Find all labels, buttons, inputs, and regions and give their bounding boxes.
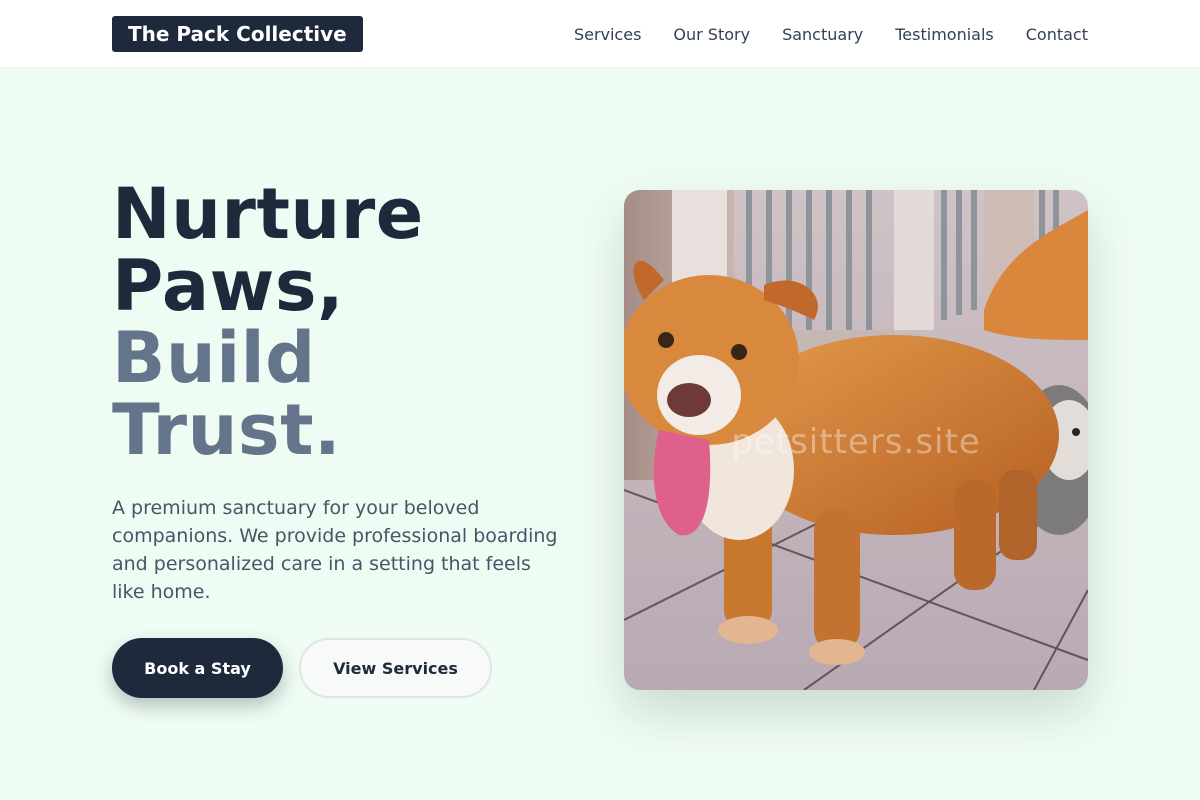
nav-item-our-story: Our Story [673,25,750,44]
brand-logo[interactable]: The Pack Collective [112,16,363,52]
nav-item-contact: Contact [1026,25,1088,44]
book-a-stay-button[interactable]: Book a Stay [112,638,283,698]
nav-link-sanctuary[interactable]: Sanctuary [782,25,863,44]
nav-item-testimonials: Testimonials [895,25,994,44]
nav-link-testimonials[interactable]: Testimonials [895,25,994,44]
hero-headline-block: Nurture Paws, Build Trust. [112,178,582,466]
hero-dog-photo: petsitters.site [624,190,1088,690]
view-services-button[interactable]: View Services [299,638,492,698]
nav-link-our-story[interactable]: Our Story [673,25,750,44]
nav-item-services: Services [574,25,641,44]
headline-line-build: Build [112,317,316,399]
photo-watermark: petsitters.site [731,422,981,462]
nav-link-services[interactable]: Services [574,25,641,44]
headline-line-trust: Trust. [112,389,342,471]
nav-links: Services Our Story Sanctuary Testimonial… [574,0,1088,68]
headline-line-nurture: Nurture [112,173,424,255]
hero-headline: Nurture Paws, Build Trust. [112,178,582,466]
nav-link-contact[interactable]: Contact [1026,25,1088,44]
hero-description: A premium sanctuary for your beloved com… [112,497,558,603]
nav-item-sanctuary: Sanctuary [782,25,863,44]
headline-line-paws: Paws, [112,245,345,327]
top-navbar: The Pack Collective Services Our Story S… [0,0,1200,68]
